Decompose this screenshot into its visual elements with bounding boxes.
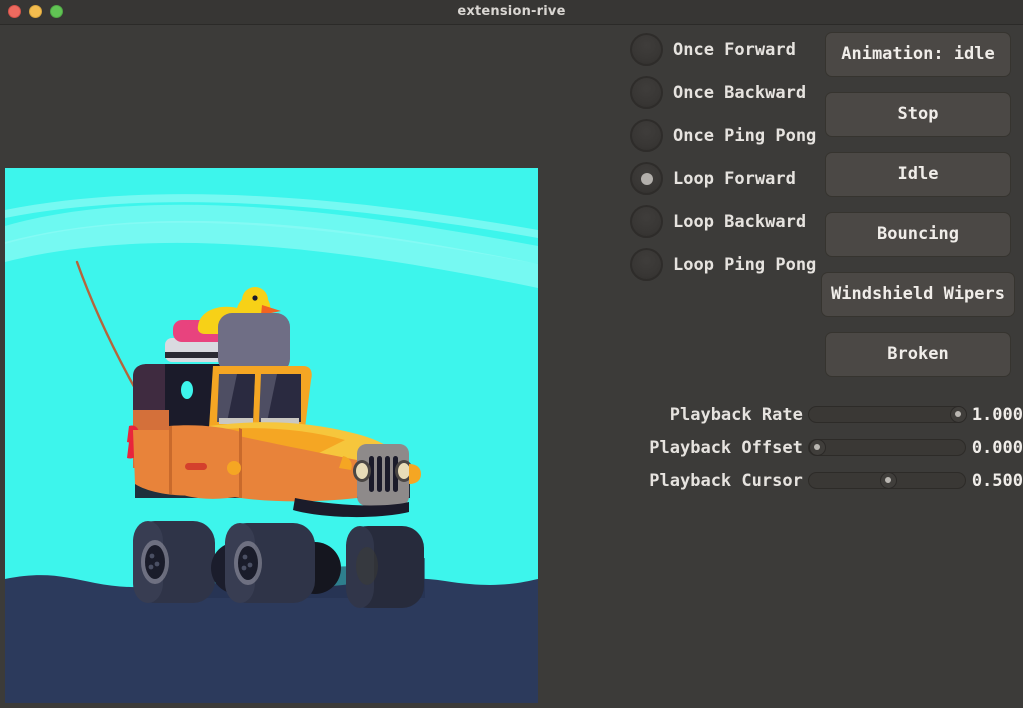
radio-label: Once Forward [673, 39, 796, 60]
radio-option-loop-backward[interactable]: Loop Backward [630, 200, 820, 243]
radio-option-once-forward[interactable]: Once Forward [630, 28, 820, 71]
playback-cursor-label: Playback Cursor [649, 470, 803, 491]
radio-label: Loop Ping Pong [673, 254, 817, 275]
playback-rate-row: Playback Rate 1.000 [630, 398, 1023, 431]
radio-circle-icon[interactable] [630, 119, 663, 152]
playback-rate-handle[interactable] [949, 405, 967, 423]
jeep-scene-illustration [5, 168, 538, 703]
title-bar: extension-rive [0, 0, 1023, 25]
playback-rate-label: Playback Rate [669, 404, 803, 425]
playback-offset-label: Playback Offset [649, 437, 803, 458]
radio-label: Loop Backward [673, 211, 807, 232]
windshield-wipers-button[interactable]: Windshield Wipers [821, 272, 1015, 317]
playback-cursor-slider[interactable] [807, 471, 966, 489]
radio-option-loop-forward[interactable]: Loop Forward [630, 157, 820, 200]
window-title: extension-rive [457, 4, 566, 19]
radio-label: Once Ping Pong [673, 125, 817, 146]
broken-button[interactable]: Broken [825, 332, 1011, 377]
radio-circle-icon[interactable] [630, 248, 663, 281]
playback-offset-slider[interactable] [807, 438, 966, 456]
playback-cursor-row: Playback Cursor 0.500 [630, 464, 1023, 497]
app-window: extension-rive Once Forward Once Backwar… [0, 0, 1023, 708]
playback-offset-handle[interactable] [808, 438, 826, 456]
playback-rate-slider[interactable] [807, 405, 967, 423]
playback-slider-group: Playback Rate 1.000 Playback Offset 0.00… [630, 398, 1023, 497]
radio-label: Once Backward [673, 82, 807, 103]
idle-button[interactable]: Idle [825, 152, 1011, 197]
playback-cursor-value: 0.500 [971, 470, 1023, 491]
action-button-column: Animation: idle Stop Idle Bouncing Winds… [821, 32, 1023, 392]
loop-mode-radio-group: Once Forward Once Backward Once Ping Pon… [630, 28, 820, 286]
animation-status-button[interactable]: Animation: idle [825, 32, 1011, 77]
playback-offset-row: Playback Offset 0.000 [630, 431, 1023, 464]
controls-panel: Once Forward Once Backward Once Ping Pon… [630, 28, 1023, 498]
radio-option-once-ping-pong[interactable]: Once Ping Pong [630, 114, 820, 157]
radio-circle-icon[interactable] [630, 33, 663, 66]
radio-label: Loop Forward [673, 168, 796, 189]
bouncing-button[interactable]: Bouncing [825, 212, 1011, 257]
playback-cursor-handle[interactable] [879, 471, 897, 489]
radio-circle-icon[interactable] [630, 205, 663, 238]
radio-circle-selected-icon[interactable] [630, 162, 663, 195]
playback-offset-value: 0.000 [971, 437, 1023, 458]
stop-button[interactable]: Stop [825, 92, 1011, 137]
radio-option-loop-ping-pong[interactable]: Loop Ping Pong [630, 243, 820, 286]
playback-rate-value: 1.000 [971, 404, 1023, 425]
radio-option-once-backward[interactable]: Once Backward [630, 71, 820, 114]
rive-animation-canvas[interactable] [5, 168, 538, 703]
radio-circle-icon[interactable] [630, 76, 663, 109]
